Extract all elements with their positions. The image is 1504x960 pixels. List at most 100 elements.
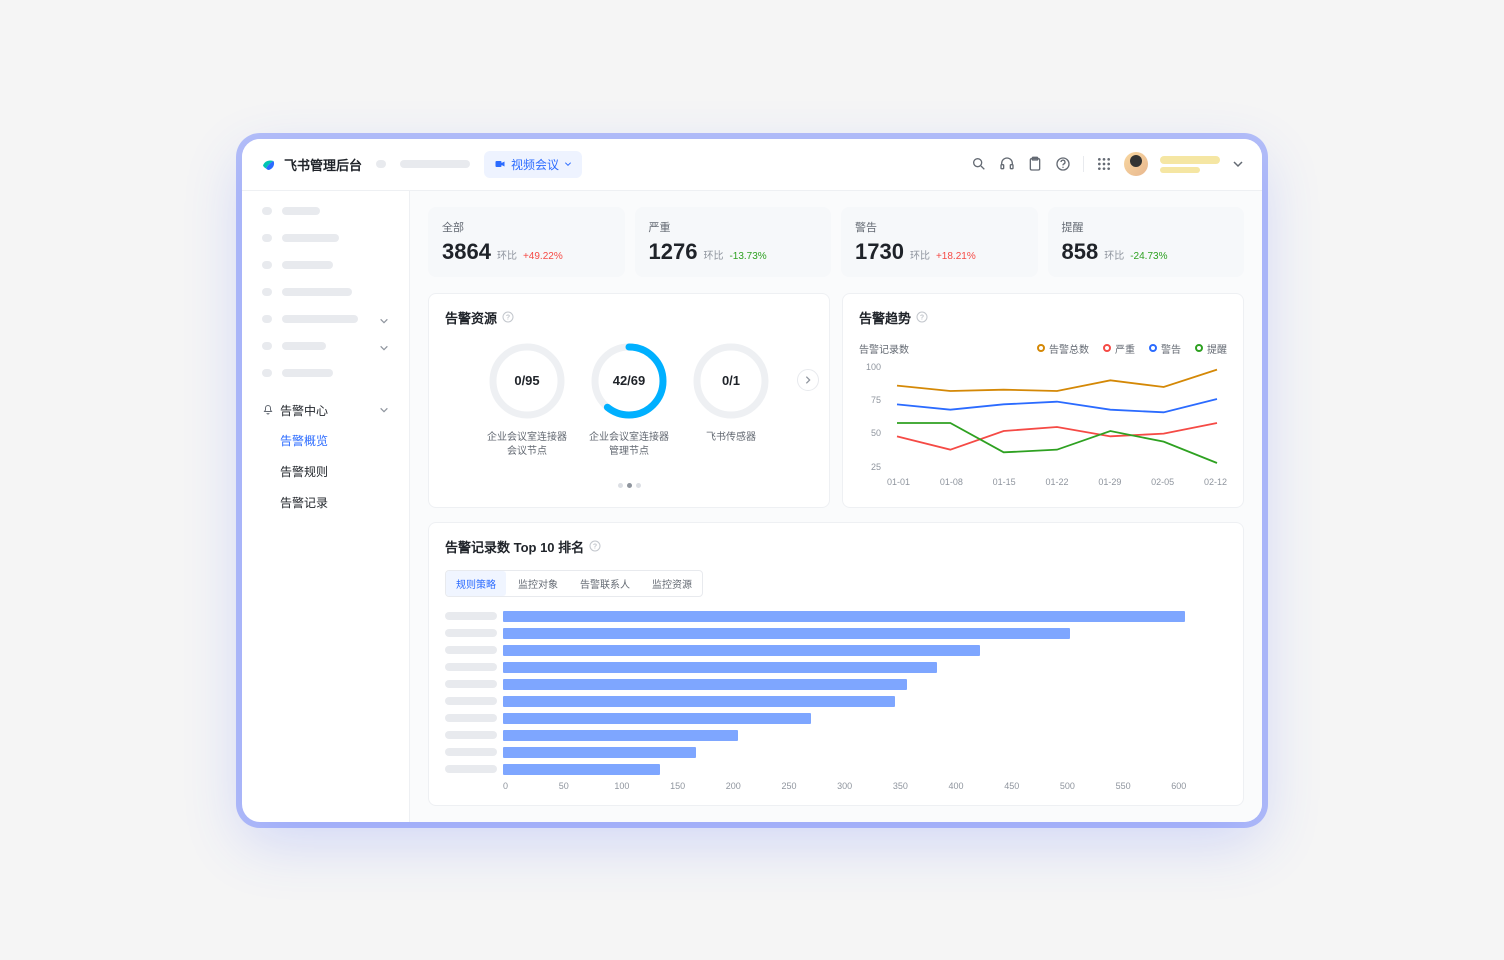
kpi-label: 严重 <box>649 219 818 235</box>
tab[interactable]: 告警联系人 <box>570 571 640 596</box>
kpi-card: 警告1730环比+18.21% <box>841 207 1038 277</box>
bar-row <box>445 645 1227 656</box>
bar-row <box>445 747 1227 758</box>
app-frame: 飞书管理后台 视频会议 <box>242 139 1262 822</box>
kpi-card: 严重 1276 环比 -13.73% <box>635 207 832 277</box>
help-icon[interactable] <box>1055 156 1071 172</box>
bar-label-skeleton <box>445 714 497 722</box>
legend-item[interactable]: 提醒 <box>1195 341 1227 356</box>
kpi-pct: +49.22% <box>523 251 563 262</box>
bar-label-skeleton <box>445 748 497 756</box>
legend-item[interactable]: 警告 <box>1149 341 1181 356</box>
panel-title: 告警记录数 Top 10 排名 <box>445 537 584 556</box>
bar-label-skeleton <box>445 731 497 739</box>
bar-row <box>445 611 1227 622</box>
bar-fill <box>503 747 696 758</box>
tab[interactable]: 监控对象 <box>508 571 568 596</box>
bar-label-skeleton <box>445 629 497 637</box>
bar-fill <box>503 696 895 707</box>
kpi-value: 1276 <box>649 239 698 265</box>
help-icon[interactable]: ? <box>589 540 601 552</box>
bar-fill <box>503 713 811 724</box>
kpi-ratio-label: 环比 <box>703 247 723 262</box>
kpi-label: 全部 <box>442 219 611 235</box>
header: 飞书管理后台 视频会议 <box>242 139 1262 191</box>
ring-value: 42/69 <box>589 341 669 421</box>
chevron-down-icon[interactable] <box>1232 156 1244 172</box>
bar-fill <box>503 679 907 690</box>
ring-item: 0/95 企业会议室连接器会议节点 <box>487 341 567 459</box>
bar-fill <box>503 645 980 656</box>
bar-fill <box>503 730 738 741</box>
skeleton <box>376 160 386 168</box>
chevron-down-icon <box>564 160 572 168</box>
bar-row <box>445 730 1227 741</box>
kpi-pct: -13.73% <box>729 251 766 262</box>
sidebar-section-alert[interactable]: 告警中心 <box>252 396 399 425</box>
tab[interactable]: 监控资源 <box>642 571 702 596</box>
headset-icon[interactable] <box>999 156 1015 172</box>
sidebar-item[interactable]: 告警概览 <box>252 425 399 456</box>
carousel-dots <box>445 475 813 493</box>
ring-item: 0/1 飞书传感器 <box>691 341 771 445</box>
sidebar-section-label: 告警中心 <box>280 402 328 419</box>
sidebar: 告警中心 告警概览告警规则告警记录 <box>242 191 410 822</box>
brand: 飞书管理后台 <box>260 155 362 174</box>
legend-item[interactable]: 严重 <box>1103 341 1135 356</box>
svg-text:?: ? <box>506 315 510 322</box>
kpi-value: 3864 <box>442 239 491 265</box>
svg-text:?: ? <box>920 315 924 322</box>
bar-fill <box>503 662 937 673</box>
clipboard-icon[interactable] <box>1027 156 1043 172</box>
bar-row <box>445 662 1227 673</box>
bar-row <box>445 713 1227 724</box>
help-icon[interactable]: ? <box>502 311 514 323</box>
panel-top10: 告警记录数 Top 10 排名? 规则策略监控对象告警联系人监控资源 05010… <box>428 522 1244 806</box>
help-icon[interactable]: ? <box>916 311 928 323</box>
tab-group: 规则策略监控对象告警联系人监控资源 <box>445 570 703 597</box>
kpi-grid: 全部 3864 环比 +49.22% 严重 1276 环比 -13.73%警告1730环比+1… <box>428 207 1244 277</box>
ring-carousel: 0/95 企业会议室连接器会议节点 42/69企业会议室连接器管理节点 0/1 飞书传感… <box>445 341 813 459</box>
bar-label-skeleton <box>445 680 497 688</box>
ring-label: 企业会议室连接器会议节点 <box>487 431 567 459</box>
y-axis-title: 告警记录数 <box>859 341 909 356</box>
bar-row <box>445 628 1227 639</box>
ring-value: 0/1 <box>691 341 771 421</box>
bar-fill <box>503 628 1070 639</box>
ring-item: 42/69企业会议室连接器管理节点 <box>589 341 669 459</box>
main-content: 全部 3864 环比 +49.22% 严重 1276 环比 -13.73%警告1730环比+1… <box>410 191 1262 822</box>
kpi-pct: +18.21% <box>936 251 976 262</box>
skeleton <box>400 160 470 168</box>
panel-trend: 告警趋势? 告警记录数 告警总数严重警告提醒 100755025 01-0101… <box>842 293 1244 508</box>
kpi-card: 全部3864环比+49.22% <box>428 207 625 277</box>
video-icon <box>494 158 506 170</box>
brand-icon <box>260 155 278 173</box>
bar-fill <box>503 611 1185 622</box>
apps-icon[interactable] <box>1096 156 1112 172</box>
chevron-down-icon <box>379 343 389 353</box>
tab[interactable]: 规则策略 <box>446 571 506 596</box>
carousel-next-button[interactable] <box>797 369 819 391</box>
panel-resource: 告警资源? 0/95企业会议室连接器会议节点42/69企业会议室连接器管理节点0… <box>428 293 830 508</box>
brand-text: 飞书管理后台 <box>284 155 362 174</box>
bell-icon <box>262 404 274 416</box>
bar-label-skeleton <box>445 765 497 773</box>
panel-title: 告警趋势 <box>859 308 911 327</box>
kpi-card: 提醒858环比-24.73% <box>1048 207 1245 277</box>
search-icon[interactable] <box>971 156 987 172</box>
sidebar-item[interactable]: 告警记录 <box>252 487 399 518</box>
header-actions <box>971 152 1244 176</box>
chevron-down-icon <box>379 405 389 415</box>
ring-label: 飞书传感器 <box>691 431 771 445</box>
ring-value: 0/95 <box>487 341 567 421</box>
svg-text:?: ? <box>593 544 597 551</box>
legend-item[interactable]: 告警总数 <box>1037 341 1089 356</box>
bar-row <box>445 764 1227 775</box>
bar-label-skeleton <box>445 663 497 671</box>
chevron-right-icon <box>803 375 813 385</box>
breadcrumb-pill[interactable]: 视频会议 <box>484 151 582 178</box>
kpi-value: 858 <box>1062 239 1099 265</box>
avatar[interactable] <box>1124 152 1148 176</box>
sidebar-item[interactable]: 告警规则 <box>252 456 399 487</box>
bar-label-skeleton <box>445 612 497 620</box>
